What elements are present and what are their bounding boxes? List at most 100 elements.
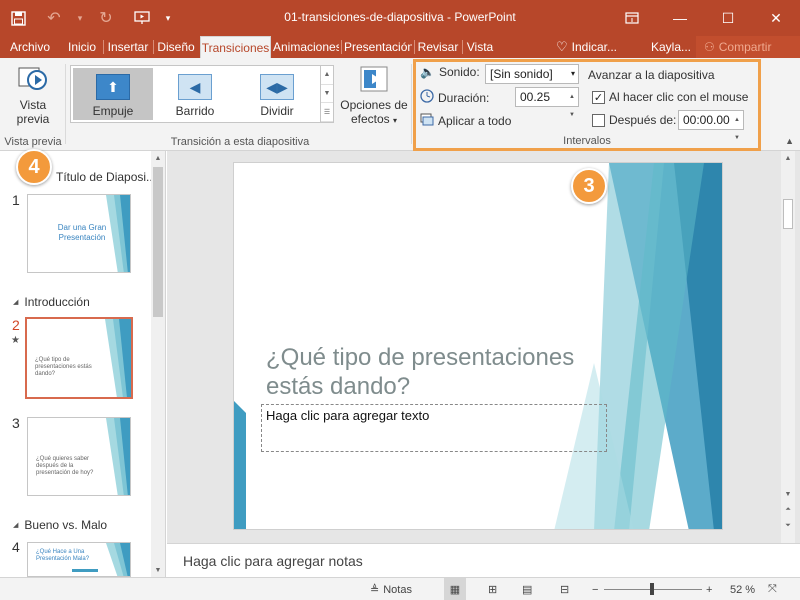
slide-thumbnail-2[interactable]: ¿Qué tipo de presentaciones estás dando? xyxy=(25,317,133,399)
close-icon[interactable]: ✕ xyxy=(752,0,800,36)
spin-down-icon[interactable]: ▼ xyxy=(566,106,578,124)
thumbnail-scrollbar[interactable]: ▲ ▼ xyxy=(151,151,165,577)
duration-label: Duración: xyxy=(438,90,490,105)
collapse-ribbon-icon[interactable]: ▲ xyxy=(785,136,794,146)
notes-pane[interactable]: Haga clic para agregar notas xyxy=(167,543,800,577)
wipe-arrow-icon: ◀ xyxy=(178,74,212,100)
duration-spin-buttons[interactable]: ▲ ▼ xyxy=(566,88,578,118)
collapse-triangle-icon[interactable]: ◢ xyxy=(13,298,18,306)
scroll-down-icon[interactable]: ▼ xyxy=(151,563,165,577)
transition-push[interactable]: ⬆ Empuje xyxy=(73,68,153,120)
gallery-more-icon[interactable]: ☰ xyxy=(321,103,333,123)
maximize-icon[interactable]: ☐ xyxy=(704,0,752,36)
tab-insertar[interactable]: Insertar xyxy=(106,36,150,58)
after-label: Después de: xyxy=(609,113,677,127)
tab-revisar[interactable]: Revisar xyxy=(417,36,459,58)
effect-options-button[interactable]: Opciones de efectos ▾ xyxy=(338,65,410,126)
slide-number: 2 xyxy=(12,317,20,333)
after-spin-buttons[interactable]: ▲ ▼ xyxy=(731,111,743,141)
section-title-slide[interactable]: Título de Diaposi... xyxy=(56,170,156,184)
slide-thumbnail-3[interactable]: ¿Qué quieres saber después de la present… xyxy=(27,417,131,496)
after-spinner[interactable]: 00:00.00 ▲ ▼ xyxy=(678,110,744,141)
slide-sorter-icon[interactable]: ⊞ xyxy=(488,578,497,600)
after-checkbox[interactable] xyxy=(592,113,605,127)
section-bueno-malo[interactable]: ◢ Bueno vs. Malo xyxy=(13,518,107,532)
scroll-up-icon[interactable]: ▲ xyxy=(151,151,165,165)
clock-icon xyxy=(420,89,434,106)
preview-button[interactable]: Vista previa xyxy=(10,63,56,126)
slide-thumbnail-1[interactable]: Dar una Gran Presentación xyxy=(27,194,131,273)
zoom-out-icon[interactable]: − xyxy=(592,578,598,600)
collapse-triangle-icon[interactable]: ◢ xyxy=(13,521,18,529)
on-click-checkbox[interactable]: ✓ xyxy=(592,90,605,104)
tab-diseno[interactable]: Diseño xyxy=(155,36,197,58)
user-name[interactable]: Kayla... xyxy=(651,36,691,58)
section-introduccion[interactable]: ◢ Introducción xyxy=(13,295,90,309)
thumb-text: ¿Qué tipo de presentaciones estás dando? xyxy=(35,357,92,377)
transition-split-label: Dividir xyxy=(260,104,294,118)
tab-separator xyxy=(103,40,104,54)
slideshow-view-icon[interactable]: ⊟ xyxy=(560,578,569,600)
scroll-thumb[interactable] xyxy=(153,167,163,317)
scroll-down-icon[interactable]: ▼ xyxy=(781,487,795,501)
spin-up-icon[interactable]: ▲ xyxy=(566,88,578,106)
current-slide[interactable]: ¿Qué tipo de presentaciones estás dando?… xyxy=(233,162,723,530)
spin-up-icon[interactable]: ▲ xyxy=(731,111,743,129)
chevron-down-icon: ▾ xyxy=(393,116,398,125)
zoom-handle[interactable] xyxy=(650,583,654,595)
tab-vista[interactable]: Vista xyxy=(465,36,495,58)
sound-dropdown[interactable]: [Sin sonido] ▾ xyxy=(485,64,579,84)
preview-label-2: previa xyxy=(16,112,50,126)
slide-number: 4 xyxy=(12,539,20,555)
scroll-up-icon[interactable]: ▲ xyxy=(781,151,795,165)
zoom-in-icon[interactable]: + xyxy=(706,578,712,600)
ribbon-tabs: Archivo Inicio Insertar Diseño Transicio… xyxy=(0,36,800,58)
share-label: Compartir xyxy=(718,40,772,54)
tab-animaciones[interactable]: Animaciones xyxy=(273,36,339,58)
slide-thumbnail-4[interactable]: ¿Qué Hace a Una Presentación Mala? xyxy=(27,542,131,577)
tab-transiciones[interactable]: Transiciones xyxy=(200,36,271,58)
duration-spinner[interactable]: 00.25 ▲ ▼ xyxy=(515,87,579,118)
tab-inicio[interactable]: Inicio xyxy=(64,36,100,58)
section-label: Bueno vs. Malo xyxy=(24,518,108,532)
tab-separator xyxy=(153,40,154,54)
group-separator xyxy=(65,64,66,144)
next-slide-icon[interactable]: ⏷ xyxy=(781,519,795,533)
thumb-title: Dar una Gran Presentación xyxy=(57,223,107,242)
editor-scrollbar[interactable]: ▲ ▼ ⏶ ⏷ xyxy=(781,151,795,543)
step-badge-4: 4 xyxy=(16,149,52,185)
thumb-text: ¿Qué quieres saber después de la present… xyxy=(36,456,94,476)
slide-title[interactable]: ¿Qué tipo de presentaciones estás dando? xyxy=(266,343,626,401)
tab-presentacion[interactable]: Presentación xyxy=(344,36,412,58)
zoom-slider[interactable] xyxy=(604,578,702,600)
slide-body-placeholder[interactable]: Haga clic para agregar texto xyxy=(261,404,607,452)
after-checkbox-row[interactable]: Después de: xyxy=(592,113,676,127)
minimize-icon[interactable]: — xyxy=(656,0,704,36)
scroll-thumb[interactable] xyxy=(783,199,793,229)
section-label: Título de Diaposi... xyxy=(56,170,157,184)
share-button[interactable]: ⚇ Compartir xyxy=(696,36,800,58)
normal-view-icon[interactable]: ▦ xyxy=(444,578,466,600)
transition-gallery: ⬆ Empuje ◀ Barrido ◀▶ Dividir ▲ ▼ ☰ xyxy=(70,65,334,123)
after-value: 00:00.00 xyxy=(683,113,730,127)
ribbon-display-icon[interactable] xyxy=(608,0,656,36)
tab-separator xyxy=(341,40,342,54)
reading-view-icon[interactable]: ▤ xyxy=(522,578,532,600)
advance-header-label: Avanzar a la diapositiva xyxy=(588,68,715,82)
notes-toggle[interactable]: ≜ Notas xyxy=(370,578,412,600)
fit-slide-icon[interactable]: ⤧ xyxy=(768,578,777,600)
transition-split[interactable]: ◀▶ Dividir xyxy=(237,68,317,120)
previous-slide-icon[interactable]: ⏶ xyxy=(781,503,795,517)
step-badge-3: 3 xyxy=(571,168,607,204)
on-click-checkbox-row[interactable]: ✓ Al hacer clic con el mouse xyxy=(592,90,748,104)
tell-me-box[interactable]: ♡ Indicar... xyxy=(556,36,617,58)
tab-separator xyxy=(414,40,415,54)
zoom-level[interactable]: 52 % xyxy=(730,578,755,600)
effect-options-label-2: efectos xyxy=(350,112,390,126)
transition-wipe[interactable]: ◀ Barrido xyxy=(155,68,235,120)
gallery-up-icon[interactable]: ▲ xyxy=(321,66,333,85)
preview-label-1: Vista xyxy=(19,98,47,112)
gallery-down-icon[interactable]: ▼ xyxy=(321,85,333,104)
apply-all-button[interactable]: Aplicar a todo xyxy=(420,113,511,129)
tab-archivo[interactable]: Archivo xyxy=(6,36,54,58)
